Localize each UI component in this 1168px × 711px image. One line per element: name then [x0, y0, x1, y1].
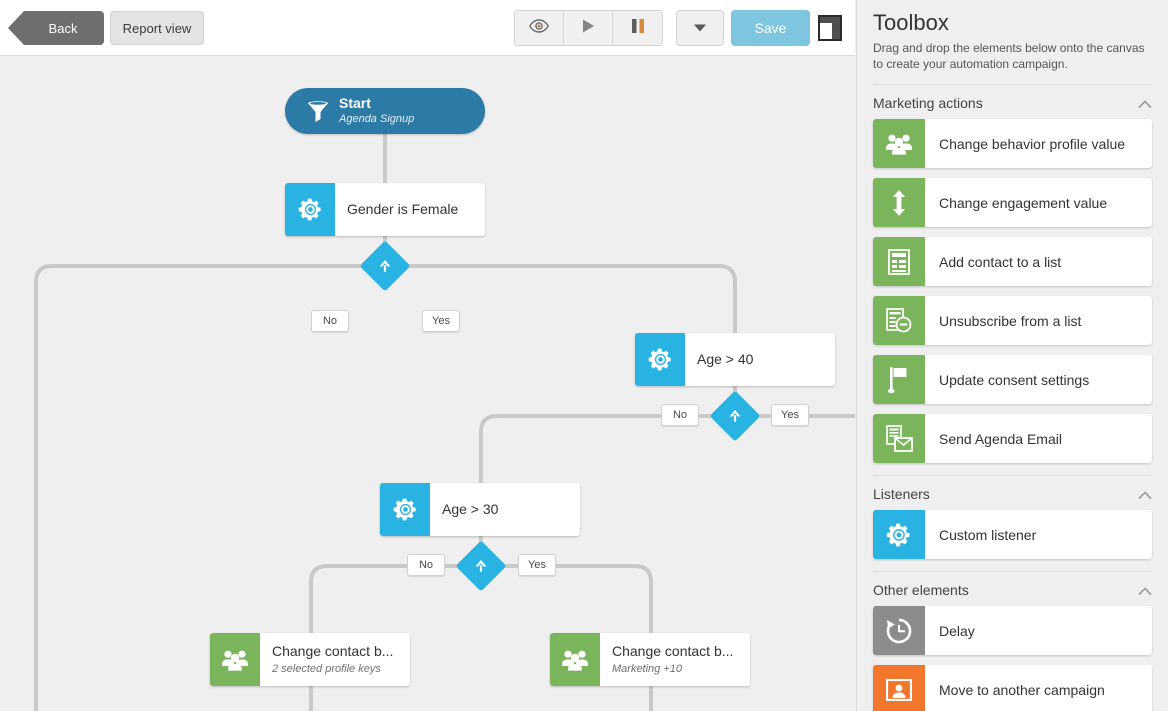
- chevron-up-icon[interactable]: [1138, 96, 1152, 110]
- gear-icon: [873, 510, 925, 560]
- section-label: Marketing actions: [873, 95, 983, 112]
- report-view-label: Report view: [122, 20, 192, 36]
- toolbox-item-change-behavior-profile-value[interactable]: Change behavior profile value: [873, 119, 1152, 169]
- node-gender-is-female[interactable]: Gender is Female: [285, 183, 485, 236]
- automation-canvas[interactable]: Start Agenda Signup Gender is Female No …: [0, 56, 855, 711]
- node-title: Age > 30: [442, 500, 499, 517]
- start-node[interactable]: Start Agenda Signup: [285, 88, 485, 134]
- pause-button[interactable]: [613, 11, 662, 45]
- node-title: Change contact b...: [612, 643, 734, 660]
- up-down-arrow-icon: [873, 178, 925, 228]
- node-subtitle: Marketing +10: [612, 662, 683, 675]
- eye-icon: [529, 18, 549, 38]
- node-title: Gender is Female: [347, 200, 459, 217]
- node-age-gt-40[interactable]: Age > 40: [635, 333, 835, 386]
- chevron-up-icon[interactable]: [1138, 583, 1152, 597]
- pause-icon: [631, 18, 645, 39]
- toolbox-item-label: Unsubscribe from a list: [939, 312, 1082, 329]
- toolbox-item-unsubscribe-from-a-list[interactable]: Unsubscribe from a list: [873, 296, 1152, 346]
- branch-label-no[interactable]: No: [407, 554, 445, 576]
- more-options-dropdown[interactable]: [676, 10, 724, 46]
- toolbox-section-marketing-actions[interactable]: Marketing actions: [857, 85, 1168, 119]
- list-minus-icon: [873, 296, 925, 346]
- branch-label-yes[interactable]: Yes: [771, 404, 809, 426]
- list-document-icon: [873, 237, 925, 287]
- toolbox-item-update-consent-settings[interactable]: Update consent settings: [873, 355, 1152, 405]
- play-icon: [580, 18, 596, 39]
- envelope-document-icon: [873, 414, 925, 464]
- branch-label-yes[interactable]: Yes: [422, 310, 460, 332]
- start-node-title: Start: [339, 95, 371, 112]
- toolbox-item-send-agenda-email[interactable]: Send Agenda Email: [873, 414, 1152, 464]
- funnel-icon: [297, 98, 339, 124]
- save-button[interactable]: Save: [731, 10, 810, 46]
- preview-button[interactable]: [515, 11, 564, 45]
- people-group-icon: [210, 633, 260, 686]
- section-label: Listeners: [873, 486, 930, 503]
- node-title: Change contact b...: [272, 643, 394, 660]
- section-label: Other elements: [873, 582, 969, 599]
- report-view-button[interactable]: Report view: [110, 11, 204, 45]
- toolbox-item-move-to-another-campaign[interactable]: Move to another campaign: [873, 665, 1152, 711]
- toolbox-item-label: Add contact to a list: [939, 253, 1062, 270]
- save-button-label: Save: [754, 20, 787, 36]
- toolbox-item-delay[interactable]: Delay: [873, 606, 1152, 656]
- gear-icon: [380, 483, 430, 536]
- toolbox-description: Drag and drop the elements below onto th…: [873, 41, 1145, 72]
- branch-label-no[interactable]: No: [311, 310, 349, 332]
- toolbox-panel: Toolbox Drag and drop the elements below…: [856, 0, 1168, 711]
- node-change-contact-behavior-right[interactable]: Change contact b... Marketing +10: [550, 633, 750, 686]
- toolbox-item-label: Send Agenda Email: [939, 430, 1062, 447]
- playback-control-group: [514, 10, 663, 46]
- toolbox-section-other-elements[interactable]: Other elements: [857, 572, 1168, 606]
- toolbox-item-label: Update consent settings: [939, 371, 1090, 388]
- toolbox-section-listeners[interactable]: Listeners: [857, 476, 1168, 510]
- clock-rewind-icon: [873, 606, 925, 656]
- chevron-up-icon[interactable]: [1138, 487, 1152, 501]
- back-button-label: Back: [48, 20, 78, 36]
- flag-icon: [873, 355, 925, 405]
- branch-label-no[interactable]: No: [661, 404, 699, 426]
- branch-label-text: No: [672, 409, 688, 421]
- toolbox-item-custom-listener[interactable]: Custom listener: [873, 510, 1152, 560]
- toolbox-item-label: Custom listener: [939, 526, 1037, 543]
- node-title: Age > 40: [697, 350, 754, 367]
- people-group-icon: [550, 633, 600, 686]
- toolbox-item-label: Change engagement value: [939, 194, 1108, 211]
- toolbox-item-change-engagement-value[interactable]: Change engagement value: [873, 178, 1152, 228]
- node-change-contact-behavior-left[interactable]: Change contact b... 2 selected profile k…: [210, 633, 410, 686]
- people-group-icon: [873, 119, 925, 169]
- start-node-subtitle: Agenda Signup: [339, 113, 415, 126]
- toolbox-item-add-contact-to-a-list[interactable]: Add contact to a list: [873, 237, 1152, 287]
- branch-label-text: Yes: [432, 315, 450, 327]
- toolbox-item-label: Move to another campaign: [939, 681, 1105, 698]
- back-button[interactable]: Back: [8, 11, 104, 45]
- top-toolbar: Back Report view Save: [0, 0, 855, 56]
- toolbox-title: Toolbox: [873, 10, 949, 35]
- gear-icon: [635, 333, 685, 386]
- chevron-down-icon: [694, 19, 706, 37]
- branch-label-text: No: [418, 559, 434, 571]
- branch-label-text: Yes: [781, 409, 799, 421]
- node-age-gt-30[interactable]: Age > 30: [380, 483, 580, 536]
- contact-portrait-icon: [873, 665, 925, 711]
- node-subtitle: 2 selected profile keys: [272, 662, 381, 675]
- play-button[interactable]: [564, 11, 613, 45]
- branch-label-yes[interactable]: Yes: [518, 554, 556, 576]
- panel-layout-icon: [818, 15, 842, 45]
- panel-toggle-button[interactable]: [818, 15, 842, 41]
- branch-label-text: No: [322, 315, 338, 327]
- branch-label-text: Yes: [528, 559, 546, 571]
- toolbox-item-label: Delay: [939, 622, 975, 639]
- gear-icon: [285, 183, 335, 236]
- toolbox-item-label: Change behavior profile value: [939, 135, 1126, 152]
